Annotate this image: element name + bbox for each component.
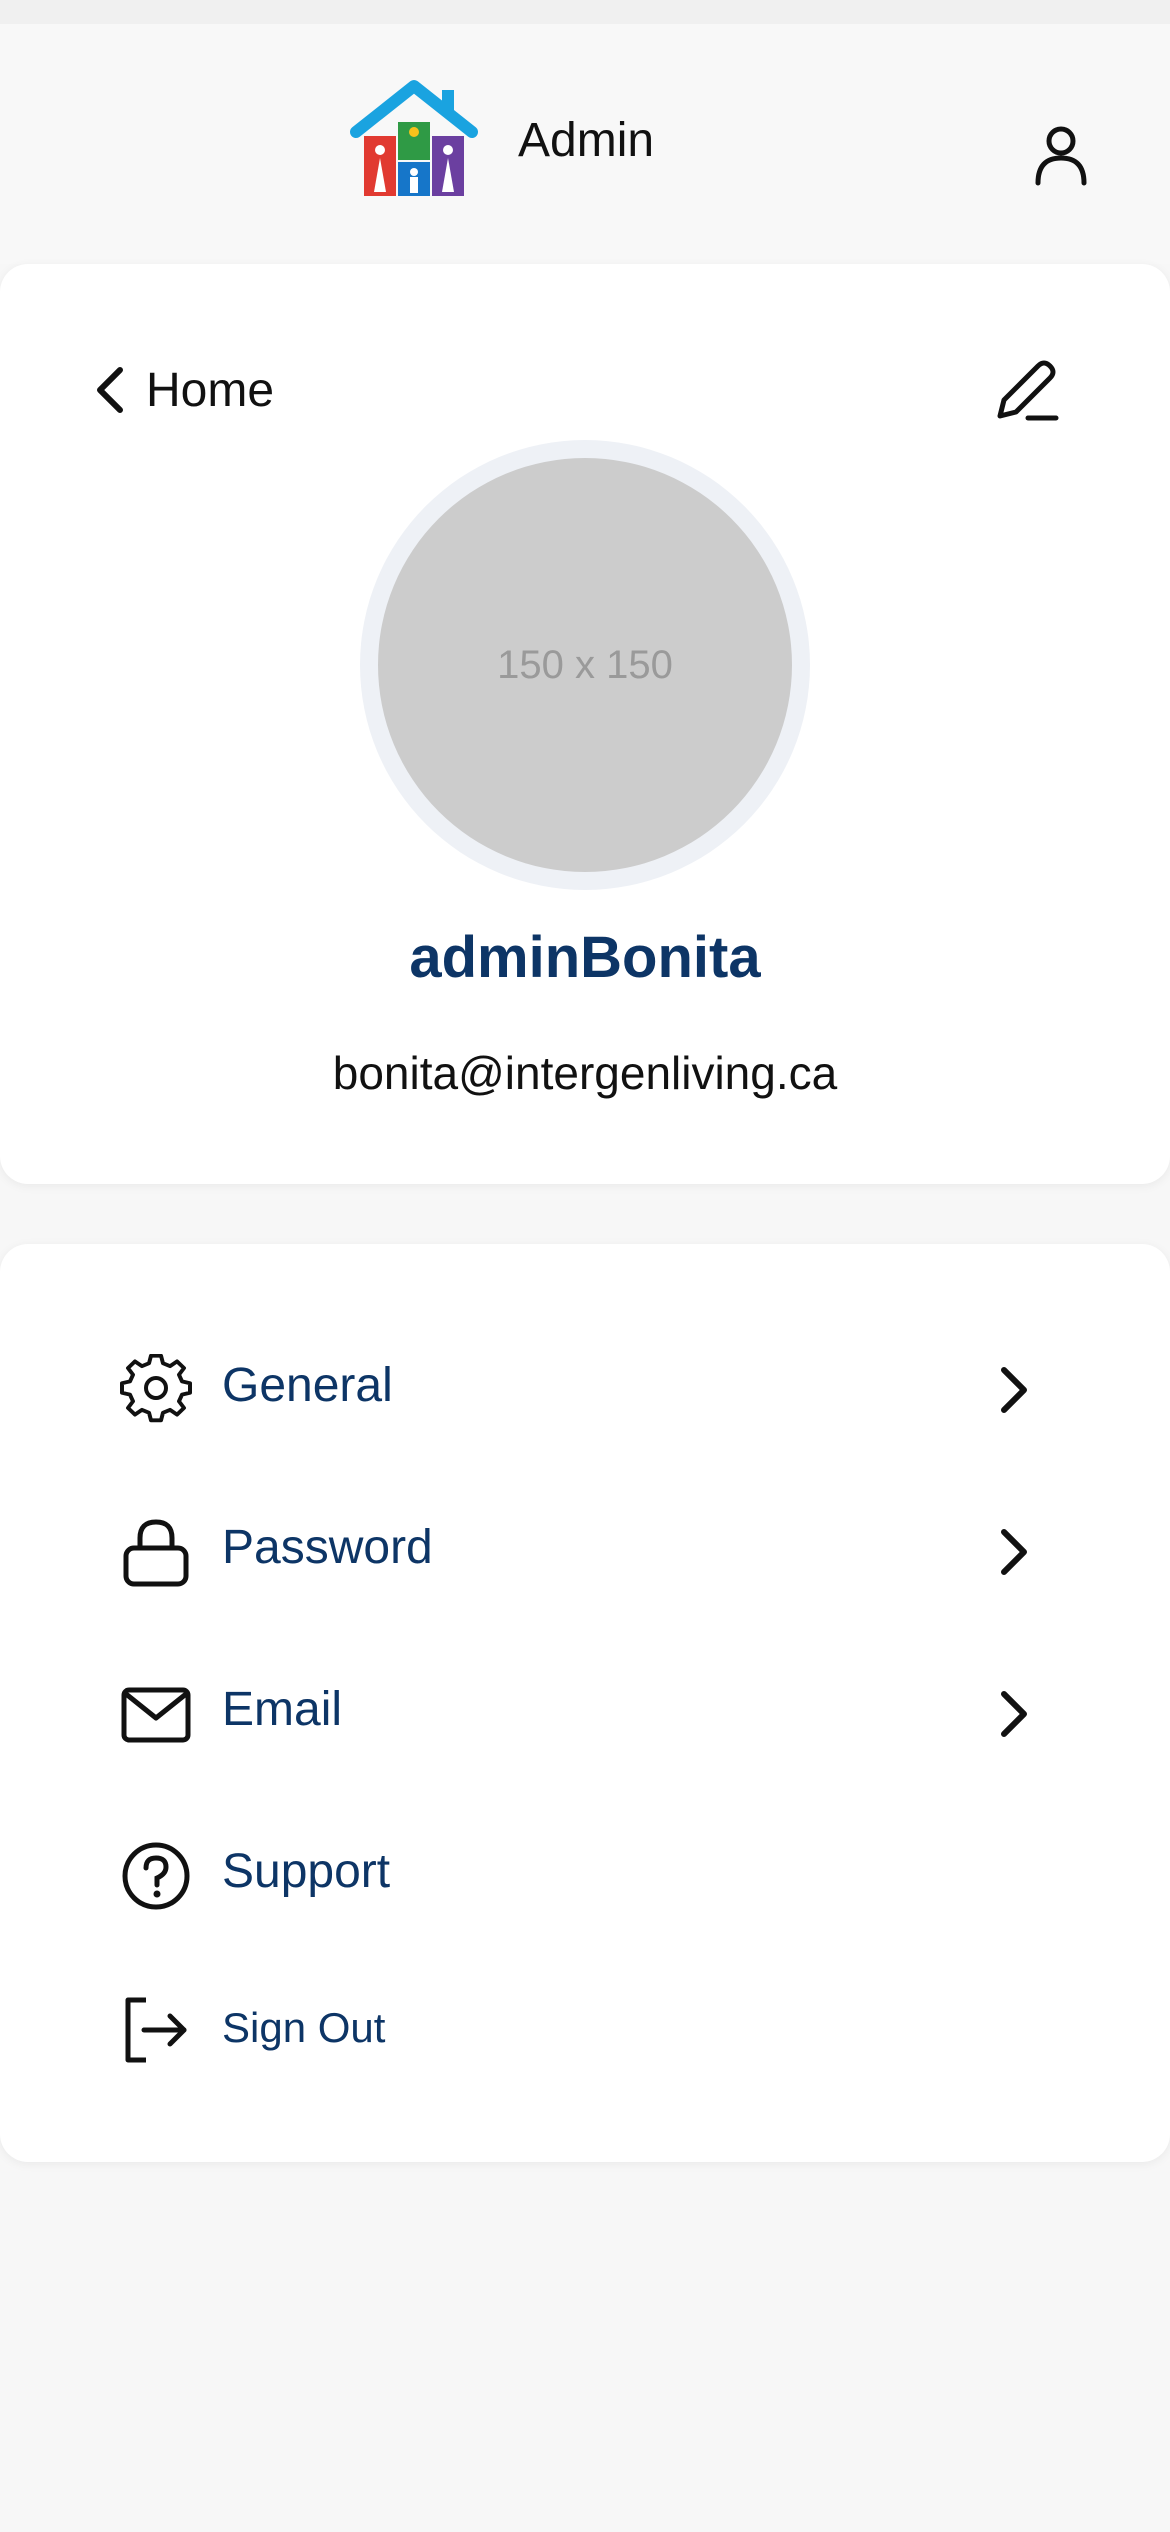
avatar-ring: 150 x 150 [360,440,810,890]
menu-item-sign-out[interactable]: Sign Out [0,1966,1170,2086]
mail-icon [121,1687,191,1743]
menu-item-label: Sign Out [222,2004,386,2051]
back-home-link[interactable]: Home [92,360,274,420]
menu-item-email[interactable]: Email [0,1650,1170,1770]
house-family-logo-icon [350,80,478,196]
chevron-left-icon [97,367,123,413]
status-bar [0,0,1170,24]
menu-item-label: Password [222,1521,433,1574]
lock-icon [123,1519,189,1587]
chevron-right-icon [1001,1367,1027,1413]
chevron-right-icon [1001,1529,1027,1575]
menu-item-label: General [222,1359,393,1412]
pencil-icon[interactable] [990,354,1062,426]
menu-item-password[interactable]: Password [0,1488,1170,1608]
gear-icon [120,1354,192,1423]
brand: Admin [348,80,654,200]
menu-item-support[interactable]: Support [0,1812,1170,1932]
menu-item-label: Email [222,1683,343,1736]
avatar-placeholder-text: 150 x 150 [497,642,673,687]
settings-menu-card: General Password Email Support Sign Out [0,1244,1170,2162]
chevron-right-icon [1001,1691,1027,1737]
profile-name: adminBonita [409,925,761,990]
back-home-label: Home [146,363,275,417]
avatar[interactable]: 150 x 150 [378,458,792,872]
top-header: Admin [0,24,1170,264]
sign-out-icon [125,1997,187,2063]
user-icon[interactable] [1030,124,1092,186]
app-title: Admin [518,113,655,167]
menu-item-label: Support [222,1845,391,1898]
profile-email: bonita@intergenliving.ca [332,1047,838,1099]
help-circle-icon [122,1842,190,1910]
profile-card: Home 150 x 150 adminBonita bonita@interg… [0,264,1170,1184]
menu-item-general[interactable]: General [0,1326,1170,1446]
